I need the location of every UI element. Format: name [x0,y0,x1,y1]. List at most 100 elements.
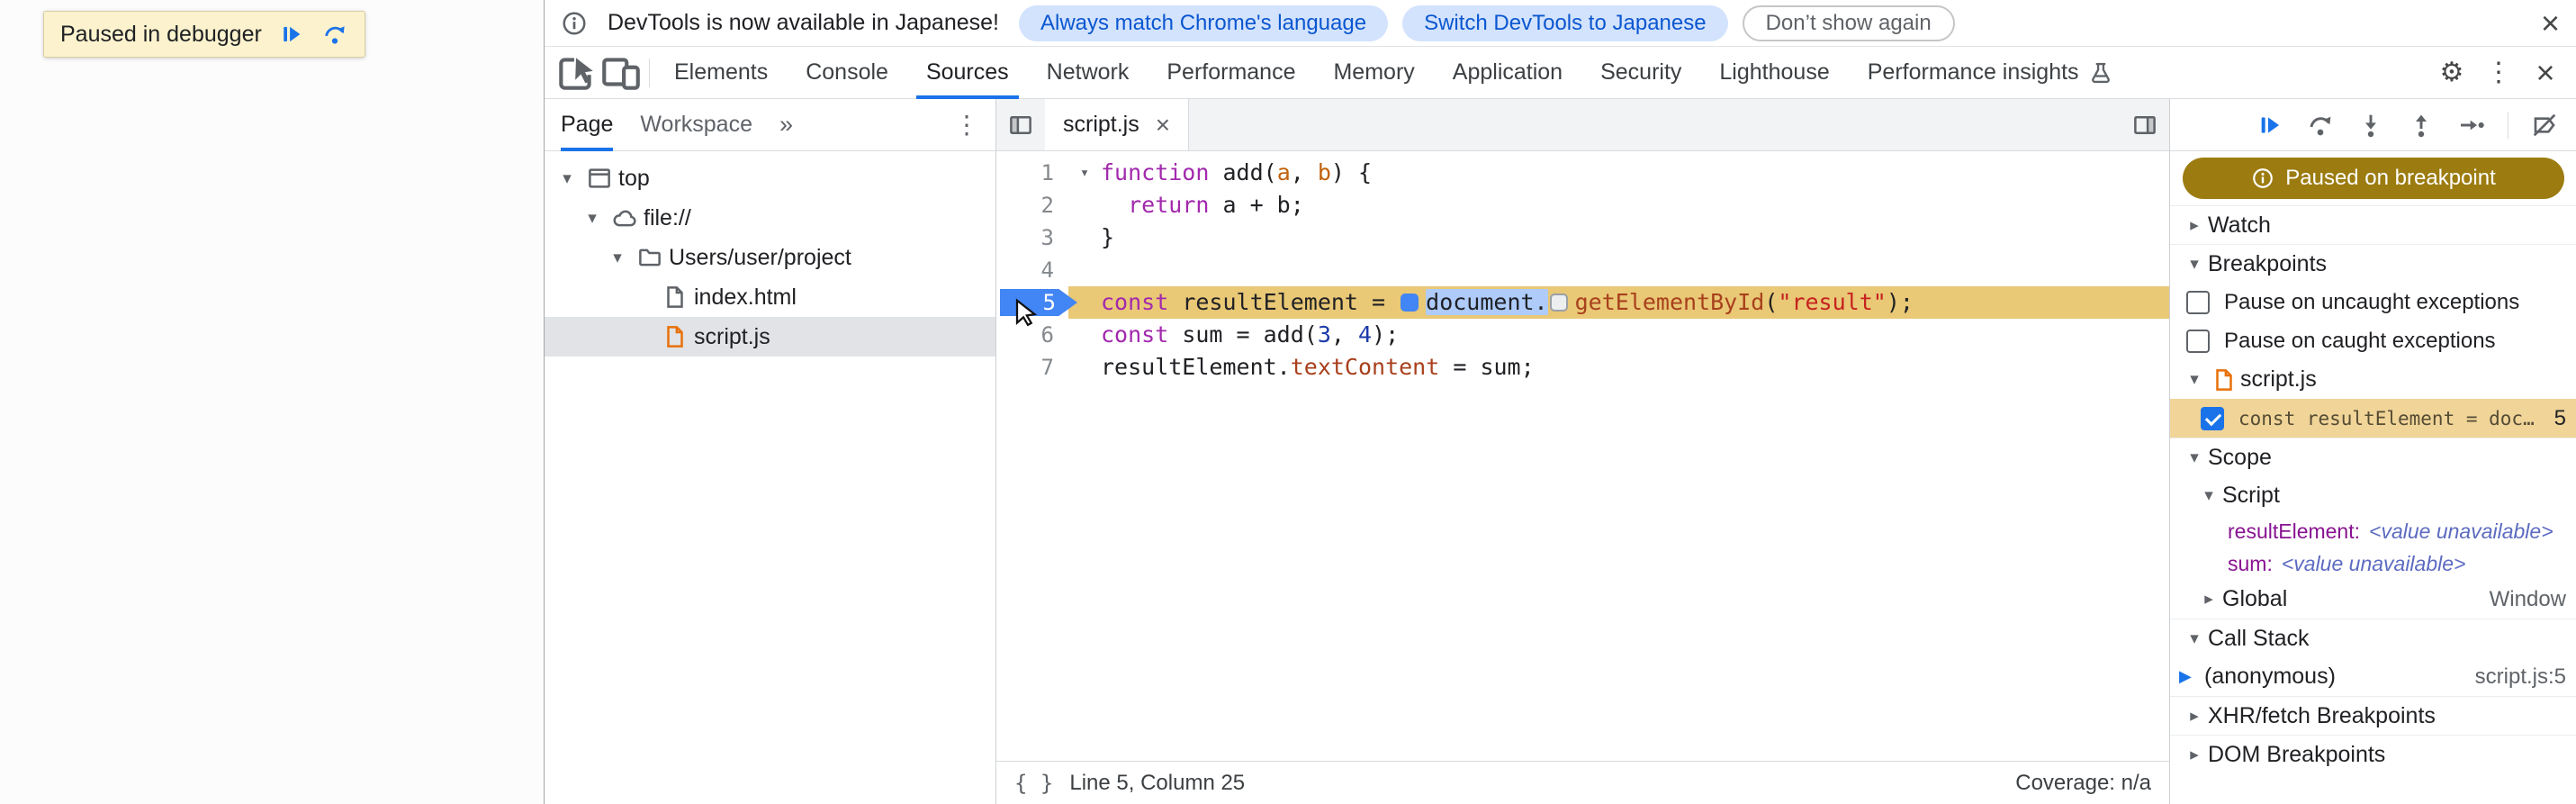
tab-security[interactable]: Security [1581,47,1700,98]
breakpoint-checkbox[interactable] [2201,406,2224,430]
breakpoint-entry[interactable]: const resultElement = doc… 5 [2170,399,2576,438]
code-line-7[interactable]: 7 resultElement.textContent = sum; [996,351,2169,384]
line-number-2[interactable]: 2 [996,189,1068,221]
code-line-2[interactable]: 2 return a + b; [996,189,2169,221]
pause-caught-checkbox[interactable] [2186,329,2210,353]
fold-gutter [1068,254,1101,286]
tab-memory[interactable]: Memory [1314,47,1433,98]
tab-performance[interactable]: Performance [1148,47,1314,98]
line-number-1[interactable]: 1 [996,157,1068,189]
code-token: function [1101,159,1210,185]
dom-breakpoints-section-header[interactable]: ▸ DOM Breakpoints [2170,735,2576,773]
tab-label: Performance [1166,59,1296,85]
resume-button[interactable] [2256,111,2284,140]
code-token: resultElement = [1168,289,1400,315]
close-tab-icon[interactable]: × [1156,112,1170,138]
pause-uncaught-checkbox[interactable] [2186,290,2210,314]
tab-label: Sources [925,59,1009,85]
xhr-breakpoints-section-header[interactable]: ▸ XHR/fetch Breakpoints [2170,696,2576,735]
code-line-3[interactable]: 3} [996,221,2169,254]
paused-banner-label: Paused in debugger [60,21,262,47]
code-fold-icon[interactable]: ▾ [1068,157,1101,189]
chevron-down-icon: ▾ [2190,254,2199,274]
pause-caught-exceptions-row[interactable]: Pause on caught exceptions [2170,321,2576,360]
pause-uncaught-label: Pause on uncaught exceptions [2224,289,2520,314]
chevron-double-right-icon[interactable]: » [779,111,793,139]
code-token: const [1101,321,1169,348]
tree-item-index-html[interactable]: index.html [545,277,995,317]
variable-name: resultElement: [2228,519,2361,543]
tab-page[interactable]: Page [561,99,614,151]
script-file-icon [2208,366,2240,393]
breakpoints-section-header[interactable]: ▾ Breakpoints [2170,244,2576,283]
watch-section-header[interactable]: ▸ Watch [2170,205,2576,244]
call-stack-section-header[interactable]: ▾ Call Stack [2170,619,2576,657]
tree-item-top[interactable]: ▾ top [545,158,995,198]
navigator-header: Page Workspace » ⋮ [545,99,995,151]
tree-item-script-js[interactable]: script.js [545,317,995,357]
kebab-menu-icon[interactable]: ⋮ [954,110,979,140]
more-menu-icon[interactable]: ⋮ [2477,51,2520,95]
close-devtools-icon[interactable]: × [2524,51,2567,95]
editor-tab-scriptjs[interactable]: script.js × [1045,99,1190,150]
chevron-down-icon[interactable]: ▾ [604,248,631,268]
tab-label: Elements [674,59,769,85]
code-token: , [1330,321,1359,348]
tab-workspace[interactable]: Workspace [640,99,752,150]
call-stack-frame[interactable]: ▶ (anonymous) script.js:5 [2170,657,2576,696]
line-number-5[interactable]: 5 [996,286,1077,327]
tab-lighthouse[interactable]: Lighthouse [1700,47,1848,98]
resume-icon[interactable] [278,21,305,48]
tree-item-file[interactable]: ▾ file:// [545,198,995,238]
infobar-buttons: Always match Chrome's language Switch Dev… [1018,5,1955,41]
step-over-icon[interactable] [321,21,348,48]
scope-section-header[interactable]: ▾ Scope [2170,438,2576,476]
editor-tabstrip: script.js × [996,99,2169,151]
tab-elements[interactable]: Elements [655,47,787,98]
chevron-down-icon[interactable]: ▾ [554,168,581,189]
tab-network[interactable]: Network [1028,47,1148,98]
pretty-print-icon[interactable]: { } [1014,771,1053,796]
code-line-5[interactable]: 5 const resultElement = document. getEleme… [996,286,2169,327]
scope-global-group-header[interactable]: ▸ Global Window [2170,580,2576,619]
toggle-navigator-icon[interactable] [996,99,1045,150]
step-into-button[interactable] [2356,111,2385,140]
switch-devtools-to-japanese-button[interactable]: Switch DevTools to Japanese [1402,5,1728,41]
always-match-chrome-s-language-button[interactable]: Always match Chrome's language [1018,5,1389,41]
tab-console[interactable]: Console [787,47,907,98]
inline-breakpoint-marker[interactable] [1549,294,1568,312]
tab-label: Lighthouse [1719,59,1830,85]
device-toolbar-icon[interactable] [599,47,644,98]
step-button[interactable] [2457,111,2486,140]
code-line-6[interactable]: 6 const sum = add(3, 4); [996,319,2169,351]
tab-sources[interactable]: Sources [907,47,1028,99]
pause-uncaught-exceptions-row[interactable]: Pause on uncaught exceptions [2170,283,2576,321]
inline-breakpoint-marker-active[interactable] [1401,294,1419,312]
scope-script-group-header[interactable]: ▾ Script [2170,476,2576,515]
tab-application[interactable]: Application [1434,47,1581,98]
cursor-position-label: Line 5, Column 25 [1069,770,1246,795]
don-t-show-again-button[interactable]: Don’t show again [1742,5,1955,41]
line-number-4[interactable]: 4 [996,254,1068,286]
line-number-3[interactable]: 3 [996,221,1068,254]
tab-performance-insights[interactable]: Performance insights [1849,47,2132,98]
toggle-debugger-sidebar-icon[interactable] [2131,99,2169,150]
code-line-1[interactable]: 1 ▾ function add(a, b) { [996,157,2169,189]
deactivate-breakpoints-button[interactable] [2530,111,2559,140]
scope-variable-row[interactable]: resultElement: <value unavailable> [2170,515,2576,547]
settings-gear-icon[interactable]: ⚙ [2430,51,2473,95]
code-line-4[interactable]: 4 [996,254,2169,286]
step-over-button[interactable] [2306,111,2335,140]
scope-variable-row[interactable]: sum: <value unavailable> [2170,547,2576,580]
step-out-button[interactable] [2407,111,2436,140]
close-icon[interactable]: × [2541,6,2560,40]
inspect-icon[interactable] [554,47,599,98]
breakpoint-file-group-header[interactable]: ▾ script.js [2170,360,2576,399]
fold-gutter [1068,189,1101,221]
scope-global-label: Global [2222,586,2288,611]
tree-item-users-user-project[interactable]: ▾ Users/user/project [545,238,995,277]
line-number-7[interactable]: 7 [996,351,1068,384]
chevron-down-icon[interactable]: ▾ [579,208,606,229]
fold-gutter [1068,319,1101,351]
chevron-right-icon: ▸ [2190,215,2199,235]
